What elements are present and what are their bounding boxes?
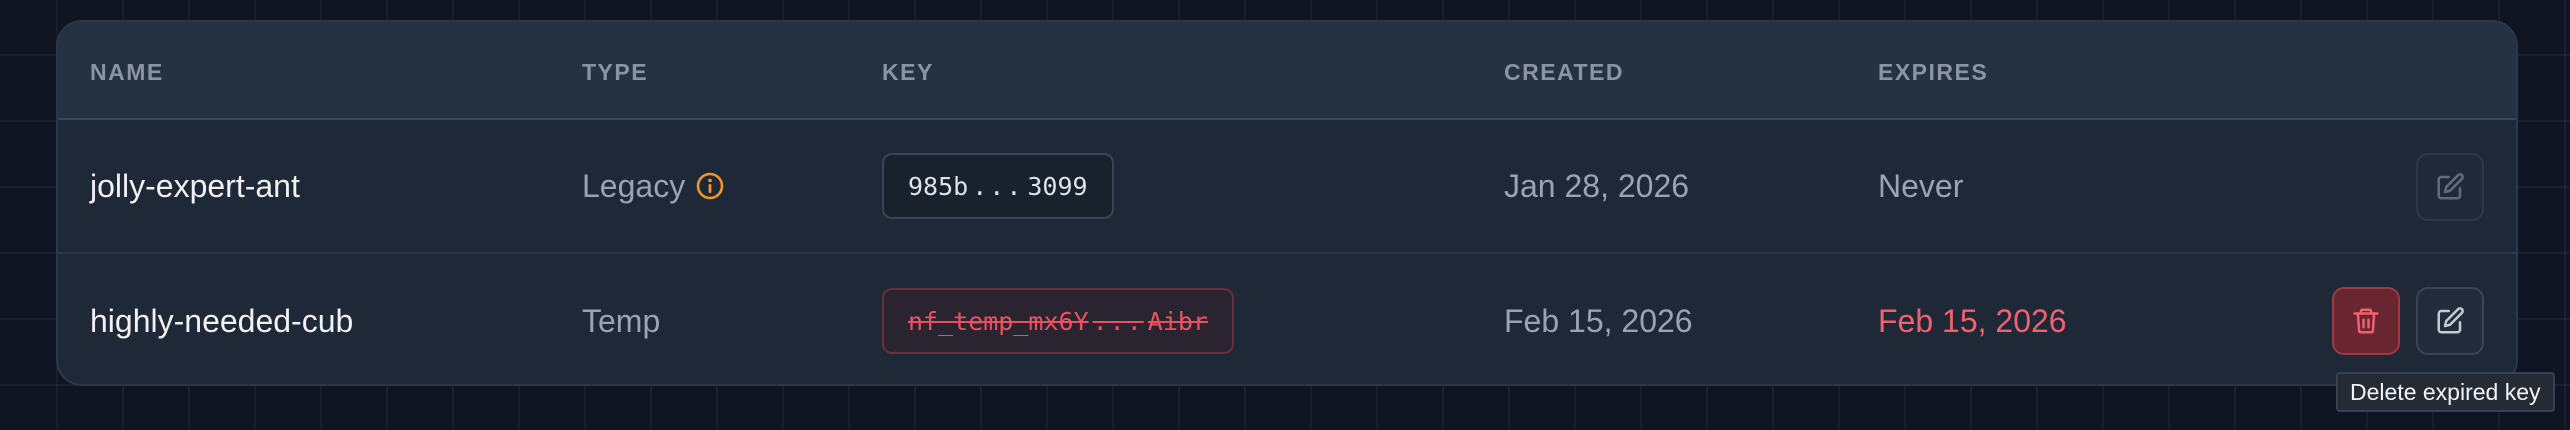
pencil-square-icon [2437,307,2464,334]
delete-button[interactable] [2332,287,2400,355]
delete-tooltip: Delete expired key [2336,372,2555,412]
key-cell: nf_temp_mx6Y... Aibr [882,254,1234,384]
key-value-expired[interactable]: nf_temp_mx6Y... Aibr [882,288,1234,354]
key-value[interactable]: 985b... 3099 [882,153,1114,219]
key-prefix: 985b [908,171,969,201]
table-header: NAME TYPE KEY CREATED EXPIRES [58,22,2516,120]
column-header-key[interactable]: KEY [882,58,934,86]
created-date: Feb 15, 2026 [1504,302,1693,339]
expires-date: Never [1878,167,1964,204]
key-type-label: Legacy [582,167,686,204]
column-header-created[interactable]: CREATED [1504,58,1624,86]
key-suffix: 3099 [1027,171,1088,201]
trash-icon [2353,308,2379,334]
key-suffix: Aibr [1147,306,1208,336]
key-type: Temp [582,302,661,339]
pencil-square-icon [2437,173,2464,200]
expires-date: Feb 15, 2026 [1878,302,2067,339]
edit-button[interactable] [2416,287,2484,355]
key-type: Legacy [582,120,725,252]
key-name: jolly-expert-ant [90,167,300,204]
key-cell: 985b... 3099 [882,120,1114,252]
table-row: highly-needed-cub Temp nf_temp_mx6Y... Ai… [58,254,2516,384]
table-row: jolly-expert-ant Legacy 985b... 3099 Jan … [58,120,2516,254]
column-header-type[interactable]: TYPE [582,58,648,86]
info-icon[interactable] [695,171,725,201]
key-prefix: nf_temp_mx6Y [908,306,1089,336]
created-date: Jan 28, 2026 [1504,167,1690,204]
column-header-name[interactable]: NAME [90,58,164,86]
column-header-expires[interactable]: EXPIRES [1878,58,1988,86]
edit-button[interactable] [2416,153,2484,221]
key-ellipsis: ... [1092,306,1144,336]
key-ellipsis: ... [972,171,1024,201]
key-name: highly-needed-cub [90,302,354,339]
api-keys-table: NAME TYPE KEY CREATED EXPIRES jolly-expe… [56,20,2518,386]
